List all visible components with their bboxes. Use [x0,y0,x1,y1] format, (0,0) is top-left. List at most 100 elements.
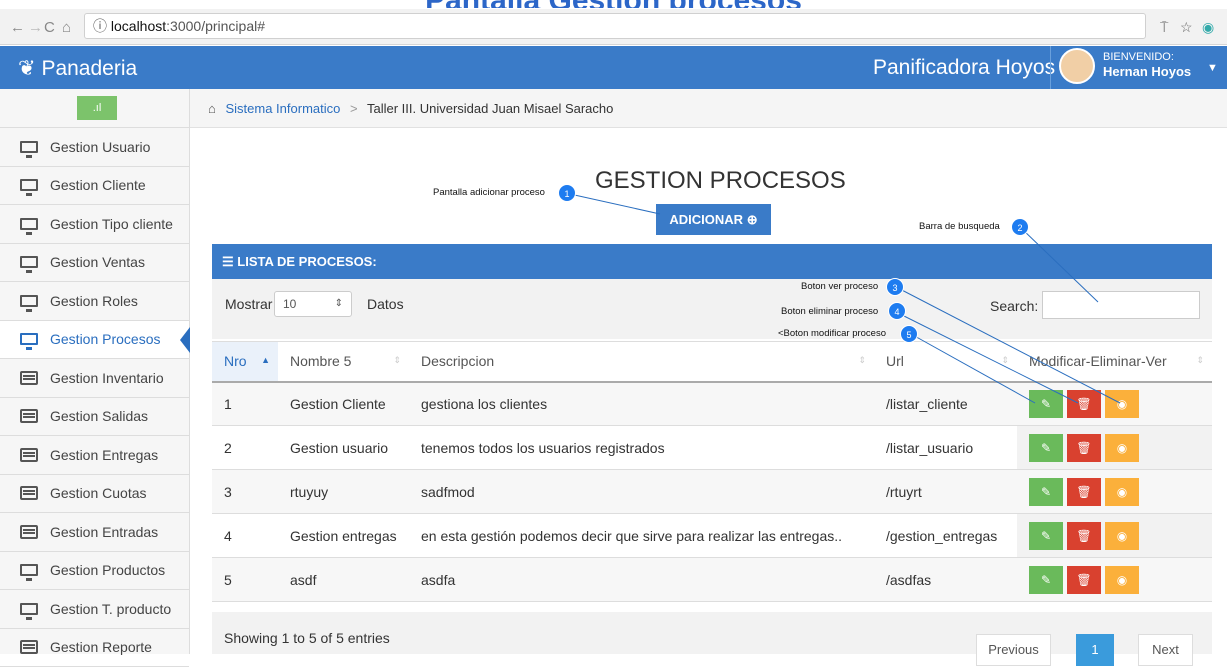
monitor-icon [20,603,38,615]
sidebar-item-gestion-procesos[interactable]: Gestion Procesos [0,321,189,360]
col-descripcion[interactable]: Descripcion⇕ [409,342,874,382]
view-button[interactable]: ◉ [1105,434,1139,462]
sidebar-item-gestion-ventas[interactable]: Gestion Ventas [0,244,189,283]
cell-nombre: Gestion entregas [278,514,409,558]
breadcrumb-current: Taller III. Universidad Juan Misael Sara… [367,101,613,116]
address-bar[interactable]: ⓘ localhost:3000/principal# [84,13,1146,39]
user-menu[interactable]: BIENVENIDO: Hernan Hoyos ▼ [1050,46,1227,89]
caret-down-icon: ▼ [1207,62,1218,74]
delete-button[interactable]: 🗑 [1067,434,1101,462]
eye-icon: ◉ [1117,573,1127,587]
sidebar-item-gestion-t-producto[interactable]: Gestion T. producto [0,590,189,629]
sidebar-item-label: Gestion Cuotas [50,485,147,501]
annotation-text-5: <Boton modificar proceso [778,328,886,339]
view-button[interactable]: ◉ [1105,390,1139,418]
sidebar-item-gestion-entradas[interactable]: Gestion Entradas [0,513,189,552]
page-size-select[interactable]: 10⇕ [274,291,352,317]
annotation-text-3: Boton ver proceso [801,281,878,292]
delete-button[interactable]: 🗑 [1067,522,1101,550]
sidebar-item-label: Gestion Tipo cliente [50,216,173,232]
sidebar-item-label: Gestion Entregas [50,447,158,463]
add-process-button[interactable]: ADICIONAR ⊕ [656,204,771,235]
pencil-icon: ✎ [1041,397,1051,411]
view-button[interactable]: ◉ [1105,522,1139,550]
cell-nro: 5 [212,558,278,602]
col-acciones[interactable]: Modificar-Eliminar-Ver⇕ [1017,342,1212,382]
table-row: 3rtuyuysadfmod/rtuyrt✎🗑◉ [212,470,1212,514]
sidebar-item-gestion-productos[interactable]: Gestion Productos [0,552,189,591]
sidebar-item-gestion-entregas[interactable]: Gestion Entregas [0,436,189,475]
sort-asc-icon: ▲ [261,355,270,365]
pencil-icon: ✎ [1041,529,1051,543]
delete-button[interactable]: 🗑 [1067,566,1101,594]
table-icon [20,640,38,654]
edit-button[interactable]: ✎ [1029,478,1063,506]
cell-url: /gestion_entregas [874,514,1017,558]
cell-nro: 4 [212,514,278,558]
delete-button[interactable]: 🗑 [1067,390,1101,418]
reload-icon[interactable]: C [44,19,55,36]
sidebar-item-gestion-tipo-cliente[interactable]: Gestion Tipo cliente [0,205,189,244]
view-button[interactable]: ◉ [1105,478,1139,506]
sidebar-item-label: Gestion Entradas [50,524,158,540]
edit-button[interactable]: ✎ [1029,390,1063,418]
cell-nro: 3 [212,470,278,514]
trash-icon: 🗑 [1076,441,1091,455]
monitor-icon [20,295,38,307]
col-nombre[interactable]: Nombre 5⇕ [278,342,409,382]
home-icon[interactable]: ⌂ [62,19,71,36]
annotation-text-4: Boton eliminar proceso [781,306,878,317]
table-icon [20,409,38,423]
sidebar-item-gestion-usuario[interactable]: Gestion Usuario [0,128,189,167]
annotation-badge-1: 1 [558,184,576,202]
pencil-icon: ✎ [1041,573,1051,587]
sidebar-item-gestion-reporte[interactable]: Gestion Reporte [0,629,189,667]
panel-header: ☰ LISTA DE PROCESOS: [212,244,1212,279]
show-label: Mostrar [225,296,272,312]
welcome-label: BIENVENIDO: [1103,51,1174,63]
edit-button[interactable]: ✎ [1029,522,1063,550]
sidebar-item-gestion-inventario[interactable]: Gestion Inventario [0,359,189,398]
monitor-icon [20,256,38,268]
sidebar-item-label: Gestion Procesos [50,331,161,347]
back-icon[interactable]: ← [10,19,25,36]
cell-actions: ✎ 🗑 ◉ [1017,558,1212,602]
cell-url: /asdfas [874,558,1017,602]
brand-label: Panaderia [41,57,137,80]
trash-icon: 🗑 [1076,573,1091,587]
edit-button[interactable]: ✎ [1029,566,1063,594]
bookmark-star-icon[interactable]: ☆ [1180,19,1193,36]
sort-icon: ⇕ [1196,355,1204,366]
user-name: Hernan Hoyos [1103,64,1191,79]
edit-button[interactable]: ✎ [1029,434,1063,462]
extension-circle-icon[interactable]: ◉ [1202,19,1214,36]
table-controls: Mostrar 10⇕ Datos Search: [212,279,1212,339]
col-url[interactable]: Url⇕ [874,342,1017,382]
forward-icon[interactable]: → [28,19,43,36]
page-1-button[interactable]: 1 [1076,634,1114,666]
extension-icon[interactable]: ⍑ [1160,19,1168,36]
signal-icon[interactable]: .ıl [77,96,117,120]
sidebar-item-gestion-cliente[interactable]: Gestion Cliente [0,167,189,206]
monitor-icon [20,333,38,345]
cell-actions: ✎ 🗑 ◉ [1017,426,1212,470]
zoom-plus-icon: ⊕ [747,212,758,227]
sidebar-item-gestion-cuotas[interactable]: Gestion Cuotas [0,475,189,514]
sidebar-item-gestion-salidas[interactable]: Gestion Salidas [0,398,189,437]
view-button[interactable]: ◉ [1105,566,1139,594]
cell-actions: ✎ 🗑◉ [1017,514,1212,558]
monitor-icon [20,564,38,576]
col-nro[interactable]: Nro▲ [212,342,278,382]
eye-icon: ◉ [1117,485,1127,499]
brand[interactable]: ❦ Panaderia [18,56,137,81]
search-input[interactable] [1042,291,1200,319]
previous-button[interactable]: Previous [976,634,1051,666]
monitor-icon [20,141,38,153]
delete-button[interactable]: 🗑 [1067,478,1101,506]
sidebar-item-gestion-roles[interactable]: Gestion Roles [0,282,189,321]
breadcrumb: ⌂ Sistema Informatico > Taller III. Univ… [190,89,1227,128]
next-button[interactable]: Next [1138,634,1193,666]
sort-icon: ⇕ [393,355,401,366]
table-row: 5asdfasdfa/asdfas✎🗑◉ [212,558,1212,602]
breadcrumb-home[interactable]: Sistema Informatico [225,101,340,116]
